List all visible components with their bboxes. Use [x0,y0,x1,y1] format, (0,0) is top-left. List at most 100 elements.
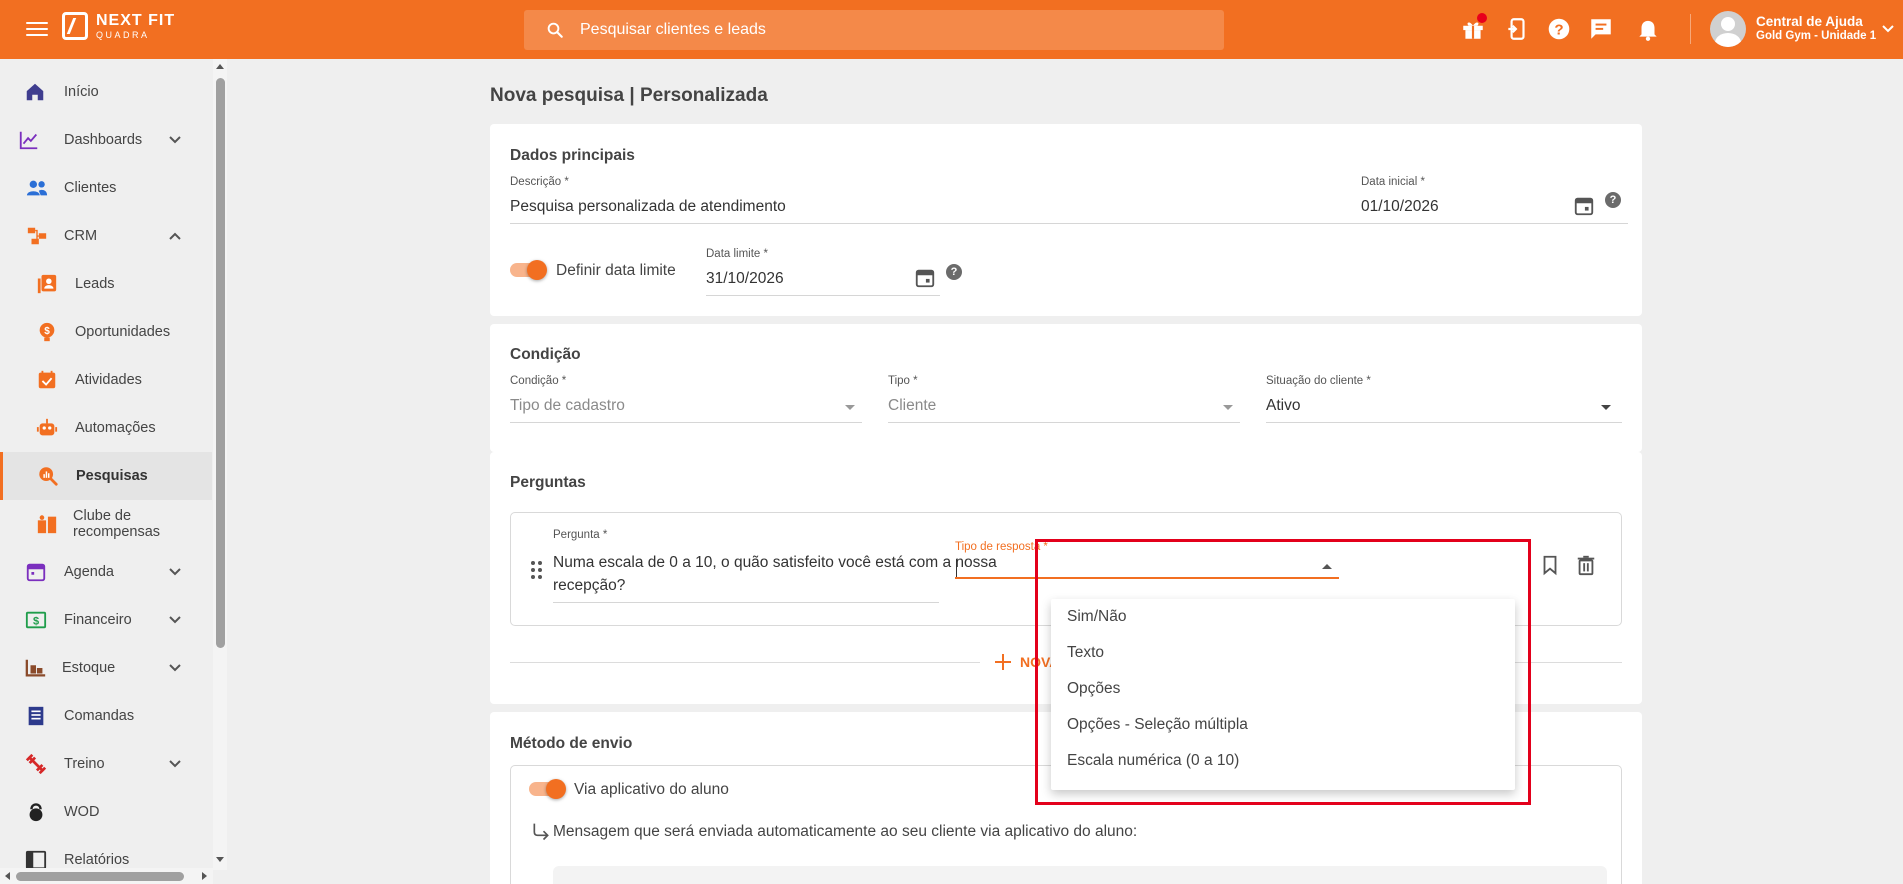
sidebar-item-leads[interactable]: Leads [0,260,212,308]
top-bar: NEXT FIT QUADRA Pesquisar clientes e lea… [0,0,1903,59]
sidebar-item-label: CRM [64,228,98,244]
dropdown-arrow-up-icon[interactable] [1322,564,1332,569]
svg-text:?: ? [1554,21,1563,38]
sidebar-hscroll-thumb[interactable] [16,872,184,881]
card-dados-principais: Dados principais Descrição * Pesquisa pe… [490,124,1642,316]
help-icon[interactable]: ? [1605,192,1621,208]
dropdown-option[interactable]: Opções - Seleção múltipla [1051,707,1515,743]
dropdown-arrow-icon[interactable] [845,405,855,410]
gift-icon[interactable] [1460,12,1488,42]
calendar-icon[interactable] [914,267,936,289]
condicao-select[interactable]: Tipo de cadastro [510,397,625,415]
calendar-icon[interactable] [1573,195,1595,217]
delete-icon[interactable] [1575,553,1597,577]
tipo-resposta-select[interactable] [955,559,1335,579]
plus-icon [995,654,1011,670]
data-inicial-field[interactable]: 01/10/2026 [1361,198,1439,216]
data-inicial-label: Data inicial * [1361,176,1425,188]
sidebar-item-clube[interactable]: Clube de recompensas [0,500,212,548]
descricao-label: Descrição * [510,176,569,188]
search-input[interactable]: Pesquisar clientes e leads [580,21,766,39]
pergunta-label: Pergunta * [553,529,608,541]
sidebar-item-label: Treino [64,756,105,772]
people-icon [26,180,48,196]
via-app-toggle[interactable] [529,779,567,799]
search-bar[interactable]: Pesquisar clientes e leads [524,10,1224,50]
sidebar: Início Dashboards Clientes CRM Leads $ O… [0,59,212,884]
dropdown-arrow-icon[interactable] [1223,405,1233,410]
help-icon[interactable]: ? [946,264,962,280]
sidebar-scroll-thumb[interactable] [216,78,225,648]
dropdown-option-label: Sim/Não [1067,608,1127,625]
dropdown-option[interactable]: Texto [1051,635,1515,671]
dropdown-option[interactable]: Sim/Não [1051,599,1515,635]
avatar[interactable] [1710,11,1746,47]
sidebar-item-crm[interactable]: CRM [0,212,212,260]
sidebar-item-agenda[interactable]: Agenda [0,548,212,596]
chevron-down-icon[interactable] [1881,22,1895,36]
via-app-label: Via aplicativo do aluno [574,781,729,798]
dropdown-arrow-icon[interactable] [1601,405,1611,410]
sidebar-item-atividades[interactable]: Atividades [0,356,212,404]
sidebar-item-label: Financeiro [64,612,132,628]
sidebar-item-automacoes[interactable]: Automações [0,404,212,452]
calendar-check-icon [38,370,56,389]
sidebar-item-label: Relatórios [64,852,130,868]
pergunta-field[interactable]: Numa escala de 0 a 10, o quão satisfeito… [553,551,997,597]
bell-icon[interactable] [1635,16,1661,42]
sidebar-item-label: Atividades [75,372,142,388]
sidebar-item-label: Início [64,84,99,100]
sidebar-item-wod[interactable]: WOD [0,788,212,836]
user-unit: Gold Gym - Unidade 1 [1756,29,1877,42]
sidebar-item-label: Clube de recompensas [73,508,161,540]
scroll-up-icon[interactable] [215,62,225,70]
subdirectory-arrow-icon [533,823,549,841]
sidebar-item-comandas[interactable]: Comandas [0,692,212,740]
sidebar-item-estoque[interactable]: Estoque [0,644,212,692]
sidebar-item-pesquisas[interactable]: Pesquisas [0,452,212,500]
logo-name: NEXT FIT [96,11,176,29]
field-underline [510,422,862,423]
kettlebell-icon [29,803,43,822]
sidebar-item-clientes[interactable]: Clientes [0,164,212,212]
sidebar-item-treino[interactable]: Treino [0,740,212,788]
sidebar-item-inicio[interactable]: Início [0,68,212,116]
help-icon[interactable]: ? [1546,16,1572,42]
add-question-button[interactable]: NOVA [994,653,1059,671]
chat-icon[interactable] [1588,16,1614,42]
chevron-down-icon[interactable] [168,757,182,771]
dropdown-option-label: Texto [1067,644,1105,661]
dropdown-option[interactable]: Escala numérica (0 a 10) [1051,743,1515,779]
condicao-label: Condição * [510,375,567,387]
tipo-resposta-dropdown: Sim/Não Texto Opções Opções - Seleção mú… [1051,599,1515,790]
tipo-select[interactable]: Cliente [888,397,936,415]
sidebar-item-label: Leads [75,276,115,292]
chevron-up-icon[interactable] [168,229,182,243]
chevron-down-icon[interactable] [168,133,182,147]
mobile-exit-icon[interactable] [1504,16,1530,42]
data-limite-field[interactable]: 31/10/2026 [706,270,784,288]
scroll-right-icon[interactable] [201,871,209,881]
situacao-select[interactable]: Ativo [1266,397,1300,415]
descricao-field[interactable]: Pesquisa personalizada de atendimento [510,198,786,216]
menu-icon[interactable] [26,18,48,40]
section-title: Condição [510,346,581,363]
scroll-left-icon[interactable] [3,871,11,881]
mensagem-field[interactable] [553,866,1607,884]
scroll-down-icon[interactable] [215,856,225,864]
dropdown-option[interactable]: Opções [1051,671,1515,707]
sidebar-item-financeiro[interactable]: $ Financeiro [0,596,212,644]
bookmark-icon[interactable] [1539,554,1561,576]
user-menu[interactable]: Central de Ajuda Gold Gym - Unidade 1 [1756,14,1876,43]
sidebar-item-label: Oportunidades [75,324,171,340]
sidebar-item-oportunidades[interactable]: $ Oportunidades [0,308,212,356]
definir-data-limite-toggle[interactable] [510,260,548,280]
chevron-down-icon[interactable] [168,661,182,675]
sidebar-item-label: Comandas [64,708,135,724]
sidebar-item-dashboards[interactable]: Dashboards [0,116,212,164]
chevron-down-icon[interactable] [168,565,182,579]
section-title: Dados principais [510,147,635,164]
chevron-down-icon[interactable] [168,613,182,627]
app-logo[interactable]: NEXT FIT QUADRA [62,12,175,40]
drag-handle-icon[interactable] [531,561,543,579]
